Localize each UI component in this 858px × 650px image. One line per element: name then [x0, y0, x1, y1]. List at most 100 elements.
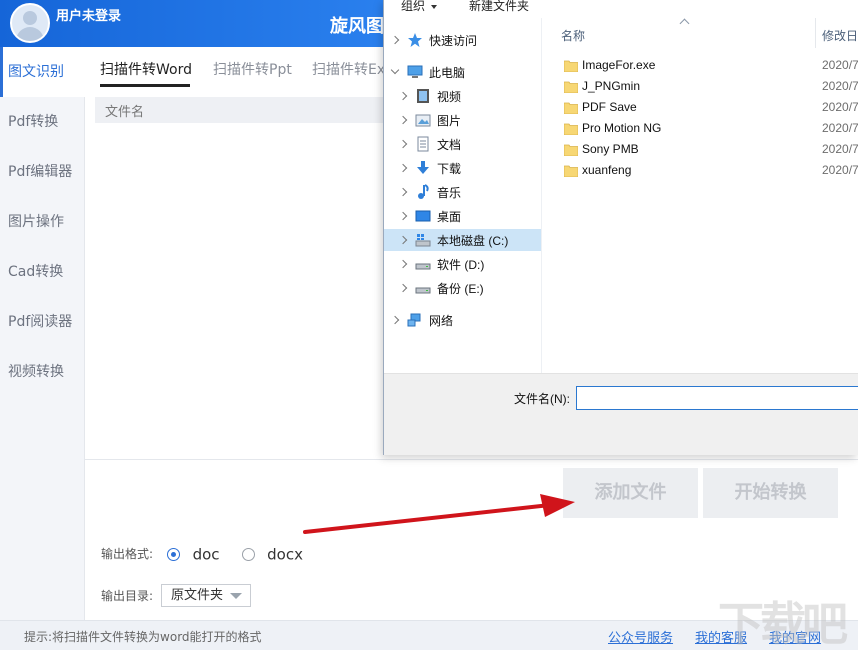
drive-icon — [415, 287, 431, 294]
chevron-right-icon[interactable] — [398, 139, 408, 149]
tab-scan-to-excel[interactable]: 扫描件转Ex — [312, 59, 385, 79]
app-title: 旋风图 — [330, 16, 384, 37]
folder-icon — [564, 102, 578, 114]
star-icon — [408, 33, 422, 47]
tree-item-drive-e[interactable]: 备份 (E:) — [384, 277, 541, 299]
file-date: 2020/7 — [822, 79, 858, 93]
footer-tip: 提示:将扫描件文件转换为word能打开的格式 — [24, 630, 262, 644]
user-status[interactable]: 用户未登录 — [56, 5, 121, 24]
dialog-file-list: 名称 修改日 ImageFor.exe 2020/7 J_PNGmin 2020… — [543, 18, 858, 373]
file-date: 2020/7 — [822, 163, 858, 177]
tree-label: 备份 (E:) — [437, 282, 484, 296]
sidebar-item-pdf-editor[interactable]: Pdf编辑器 — [0, 147, 85, 197]
file-name: xuanfeng — [582, 163, 632, 177]
tree-item-documents[interactable]: 文档 — [384, 133, 541, 155]
chevron-right-icon[interactable] — [398, 115, 408, 125]
folder-icon — [564, 60, 578, 72]
chevron-right-icon[interactable] — [398, 259, 408, 269]
chevron-right-icon[interactable] — [398, 283, 408, 293]
file-date: 2020/7 — [822, 121, 858, 135]
tree-label: 本地磁盘 (C:) — [437, 234, 509, 248]
file-name: J_PNGmin — [582, 79, 641, 93]
new-folder-button[interactable]: 新建文件夹 — [469, 0, 529, 14]
watermark-text: 下载吧 — [718, 597, 848, 650]
chevron-down-icon[interactable] — [390, 65, 400, 75]
list-item[interactable]: Sony PMB 2020/7 — [543, 139, 858, 160]
sidebar-item-pdf-reader[interactable]: Pdf阅读器 — [0, 297, 85, 347]
sidebar-item-cad-convert[interactable]: Cad转换 — [0, 247, 85, 297]
chevron-right-icon[interactable] — [398, 91, 408, 101]
sidebar-item-pdf-convert[interactable]: Pdf转换 — [0, 97, 85, 147]
tree-item-pictures[interactable]: 图片 — [384, 109, 541, 131]
folder-icon — [564, 165, 578, 177]
dialog-toolbar: 组织 新建文件夹 — [384, 0, 858, 18]
output-dir-select[interactable]: 原文件夹 — [161, 584, 251, 607]
avatar[interactable] — [10, 3, 50, 43]
tree-label: 视频 — [437, 90, 462, 104]
output-dir-label: 输出目录: — [101, 589, 154, 603]
filename-input[interactable] — [576, 386, 858, 410]
chevron-right-icon[interactable] — [390, 35, 400, 45]
caret-down-icon — [431, 4, 438, 9]
file-name: Pro Motion NG — [582, 121, 662, 135]
desktop-icon — [415, 210, 431, 222]
divider — [85, 459, 858, 460]
list-item[interactable]: ImageFor.exe 2020/7 — [543, 55, 858, 76]
radio-docx-label[interactable]: docx — [267, 546, 303, 564]
sidebar-item-image-ops[interactable]: 图片操作 — [0, 197, 85, 247]
tree-item-drive-d[interactable]: 软件 (D:) — [384, 253, 541, 275]
pictures-icon — [415, 114, 431, 127]
tree-item-desktop[interactable]: 桌面 — [384, 205, 541, 227]
sidebar-item-video-convert[interactable]: 视频转换 — [0, 347, 85, 397]
chevron-right-icon[interactable] — [398, 211, 408, 221]
column-header-name[interactable]: 名称 — [561, 27, 585, 44]
tree-label: 图片 — [437, 114, 462, 128]
radio-docx[interactable] — [241, 548, 255, 561]
chevron-right-icon[interactable] — [390, 315, 400, 325]
tree-item-music[interactable]: 音乐 — [384, 181, 541, 203]
avatar-head-shape — [23, 11, 37, 25]
folder-icon — [564, 81, 578, 93]
tree-label: 音乐 — [437, 186, 462, 200]
organize-menu[interactable]: 组织 — [401, 0, 438, 14]
tree-label: 文档 — [437, 138, 462, 152]
list-item[interactable]: J_PNGmin 2020/7 — [543, 76, 858, 97]
tab-scan-to-word[interactable]: 扫描件转Word — [100, 59, 192, 79]
tree-item-videos[interactable]: 视频 — [384, 85, 541, 107]
sidebar-item-ocr[interactable]: 图文识别 — [0, 47, 85, 97]
tree-item-downloads[interactable]: 下载 — [384, 157, 541, 179]
output-format-label: 输出格式: — [101, 547, 154, 561]
start-convert-button[interactable]: 开始转换 — [703, 468, 838, 518]
dialog-nav-pane: 快速访问 此电脑 视频 图片 文档 下载 音乐 桌面 本地磁盘 (C:) 软件 … — [384, 18, 542, 373]
drive-windows-icon — [415, 234, 431, 247]
link-wechat-service[interactable]: 公众号服务 — [608, 627, 673, 646]
network-icon — [407, 313, 421, 327]
list-item[interactable]: PDF Save 2020/7 — [543, 97, 858, 118]
tree-item-network[interactable]: 网络 — [384, 309, 541, 331]
column-separator[interactable] — [815, 18, 816, 48]
file-name: Sony PMB — [582, 142, 639, 156]
chevron-right-icon[interactable] — [398, 163, 408, 173]
download-icon — [417, 161, 429, 174]
file-date: 2020/7 — [822, 58, 858, 72]
tree-item-local-disk-c[interactable]: 本地磁盘 (C:) — [384, 229, 541, 251]
dialog-footer: 文件名(N): — [384, 373, 858, 455]
column-header-modified[interactable]: 修改日 — [822, 27, 858, 44]
radio-doc[interactable] — [167, 548, 181, 561]
tab-scan-to-ppt[interactable]: 扫描件转Ppt — [213, 59, 292, 79]
file-name: PDF Save — [582, 100, 637, 114]
chevron-right-icon[interactable] — [398, 187, 408, 197]
list-item[interactable]: xuanfeng 2020/7 — [543, 160, 858, 181]
chevron-right-icon[interactable] — [398, 235, 408, 245]
folder-icon — [564, 123, 578, 135]
organize-label: 组织 — [401, 0, 426, 13]
tree-item-this-pc[interactable]: 此电脑 — [384, 61, 541, 83]
tree-item-quick-access[interactable]: 快速访问 — [384, 29, 541, 51]
file-list-header: 名称 修改日 — [543, 18, 858, 48]
file-open-dialog: 组织 新建文件夹 快速访问 此电脑 视频 图片 文档 下载 音乐 桌面 本地磁盘… — [383, 0, 858, 455]
tree-label: 快速访问 — [429, 34, 478, 48]
output-dir-value: 原文件夹 — [171, 588, 224, 603]
radio-doc-label[interactable]: doc — [193, 546, 220, 564]
drive-icon — [415, 263, 431, 270]
list-item[interactable]: Pro Motion NG 2020/7 — [543, 118, 858, 139]
